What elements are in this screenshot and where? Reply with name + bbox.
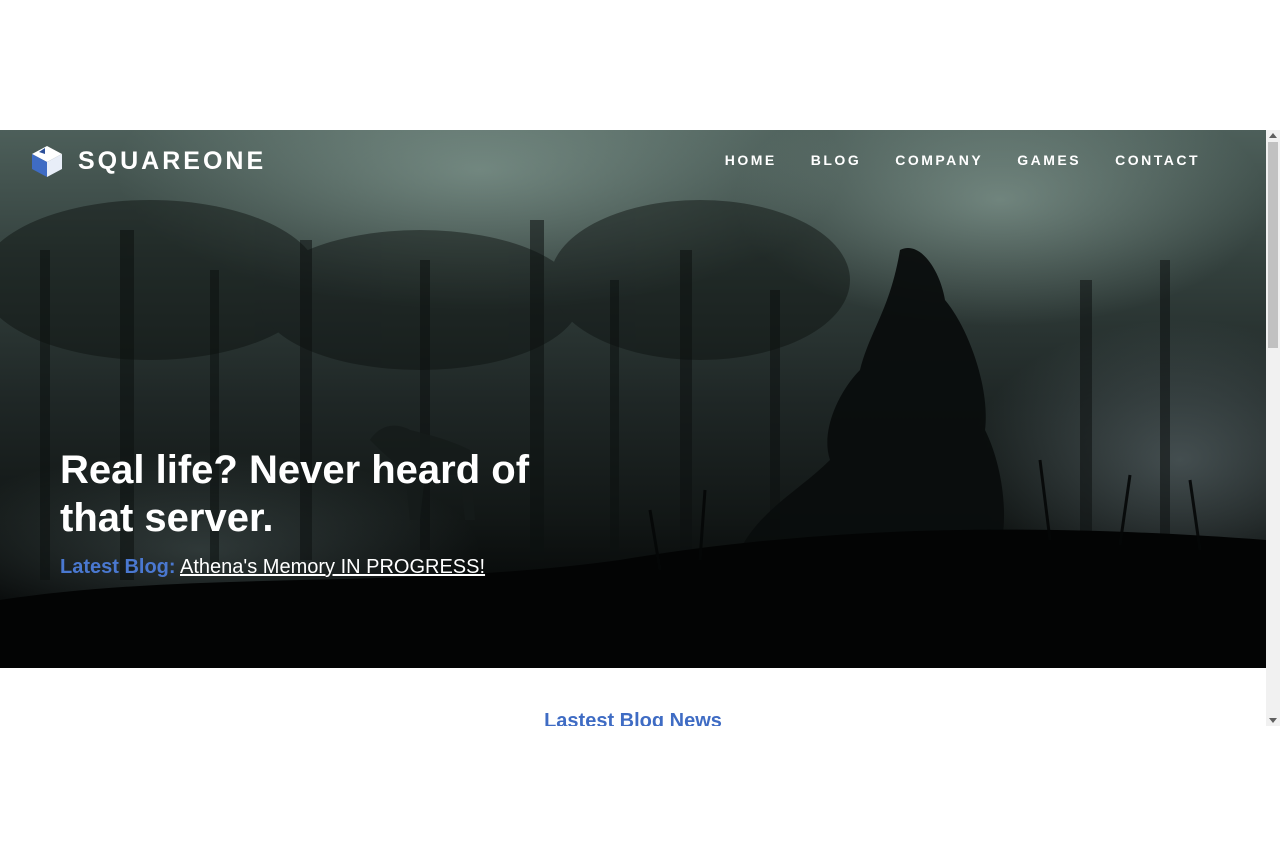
latest-blog: Latest Blog: Athena's Memory IN PROGRESS… <box>60 556 485 579</box>
scroll-down-arrow-icon[interactable] <box>1269 718 1277 723</box>
section-title: Lastest Blog News <box>544 710 722 726</box>
nav-item-home[interactable]: HOME <box>725 152 777 168</box>
hero-headline: Real life? Never heard of that server. <box>60 448 530 540</box>
scroll-up-arrow-icon[interactable] <box>1269 133 1277 138</box>
hero-background-art <box>0 200 1266 668</box>
brand[interactable]: SQUAREONE <box>30 144 266 178</box>
latest-blog-link[interactable]: Athena's Memory IN PROGRESS! <box>180 556 485 578</box>
nav-item-blog[interactable]: BLOG <box>811 152 861 168</box>
hero-banner: SQUAREONE HOME BLOG COMPANY GAMES CONTAC… <box>0 130 1266 668</box>
nav-item-contact[interactable]: CONTACT <box>1115 152 1200 168</box>
top-navigation: SQUAREONE HOME BLOG COMPANY GAMES CONTAC… <box>0 130 1266 192</box>
nav-item-games[interactable]: GAMES <box>1017 152 1081 168</box>
main-menu: HOME BLOG COMPANY GAMES CONTACT <box>691 152 1200 168</box>
scroll-thumb[interactable] <box>1268 142 1278 348</box>
brand-name: SQUAREONE <box>78 146 267 175</box>
vertical-scrollbar[interactable] <box>1266 130 1280 726</box>
nav-item-company[interactable]: COMPANY <box>895 152 983 168</box>
latest-blog-label: Latest Blog: <box>60 556 176 578</box>
cube-logo-icon <box>32 146 62 177</box>
browser-viewport: SQUAREONE HOME BLOG COMPANY GAMES CONTAC… <box>0 130 1280 726</box>
